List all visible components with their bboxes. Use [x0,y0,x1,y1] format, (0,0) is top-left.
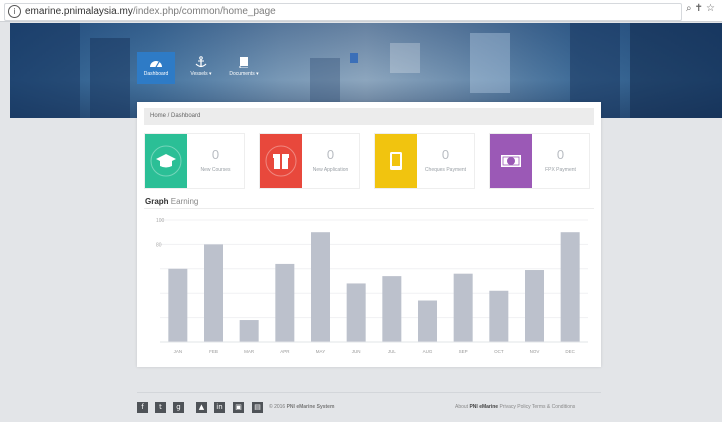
graph-title: Graph [145,197,169,206]
url-field[interactable]: i emarine.pnimalaysia.my/index.php/commo… [4,3,682,21]
stat-label: Cheques Payment [424,167,467,173]
bar-dec[interactable] [560,232,580,342]
divider [144,208,594,209]
y-tick-label: 100 [156,218,165,224]
nav-vessels[interactable]: Vessels ▾ [182,52,220,84]
nav-dashboard[interactable]: Dashboard [137,52,175,84]
nav-dashboard-label: Dashboard [143,71,169,77]
earning-bar-chart: 80 100 JAN FEB MAR APR MAY JUN JUL AUG SEP OCT NOV DE… [156,218,588,354]
url-domain: emarine.pnimalaysia.my [25,6,133,17]
star-icon[interactable]: ☆ [706,3,718,14]
gift-icon [260,134,302,188]
bar-nov[interactable] [525,270,544,342]
instagram-icon[interactable]: ▣ [233,402,244,413]
x-tick-label: APR [280,349,290,354]
stat-new-courses[interactable]: 0 New Courses [144,133,245,189]
linkedin-icon[interactable]: in [214,402,225,413]
dashboard-icon [150,61,162,68]
twitter-icon[interactable]: t [155,402,166,413]
bar-feb[interactable] [204,244,223,342]
book-icon [239,57,248,68]
google-plus-icon[interactable]: g [173,402,184,413]
x-tick-label: DEC [565,349,575,354]
x-tick-label: SEP [459,349,468,354]
nav-documents-label: Documents ▾ [229,71,259,77]
x-tick-label: JAN [174,349,183,354]
x-tick-label: JUL [388,349,396,354]
stat-value: 0 [326,147,335,162]
key-icon[interactable]: ✝ [695,3,706,14]
stat-label: New Application [312,167,349,173]
stat-new-application[interactable]: 0 New Application [259,133,360,189]
breadcrumb: Home / Dashboard [144,108,594,125]
stat-label: FPX Payment [545,167,576,173]
x-tick-label: JUN [352,349,361,354]
zoom-icon[interactable]: ⌕ [686,3,695,14]
rss-icon[interactable]: ▤ [252,402,263,413]
footer-divider [137,392,601,393]
browser-address-bar: i emarine.pnimalaysia.my/index.php/commo… [0,0,722,22]
bar-apr[interactable] [275,263,295,342]
nav-vessels-label: Vessels ▾ [190,71,212,77]
bar-sep[interactable] [453,273,473,342]
graph-heading: Graph Earning [145,197,198,206]
stat-value: 0 [556,147,565,162]
anchor-icon [195,56,207,68]
x-tick-label: MAR [244,349,255,354]
stat-fpx-payment[interactable]: 0 FPX Payment [489,133,590,189]
bar-mar[interactable] [239,320,259,342]
url-text[interactable]: emarine.pnimalaysia.my/index.php/common/… [25,5,276,18]
bar-may[interactable] [311,232,330,342]
copyright: © 2016 PNI eMarine System [269,404,334,410]
x-tick-label: AUG [423,349,433,354]
stat-cheques-payment[interactable]: 0 Cheques Payment [374,133,475,189]
stat-label: New Courses [200,167,231,173]
drive-icon[interactable]: ▲ [196,402,207,413]
info-icon[interactable]: i [8,5,21,18]
bar-jan[interactable] [168,268,188,342]
graph-subtitle: Earning [170,197,199,206]
x-tick-label: MAY [316,349,325,354]
bar-jul[interactable] [382,276,402,342]
stat-value: 0 [211,147,220,162]
graduation-cap-icon [145,134,187,188]
facebook-icon[interactable]: f [137,402,148,413]
dashboard-panel: Home / Dashboard 0 New Courses 0 New App… [137,102,601,367]
company-name: PNI eMarine System [286,404,335,410]
url-path: /index.php/common/home_page [132,6,276,17]
about-label: About [455,404,469,410]
stat-value: 0 [441,147,450,162]
x-tick-label: FEB [209,349,218,354]
copyright-prefix: © 2016 [269,404,286,410]
tablet-icon [375,134,417,188]
browser-icons: ⌕✝☆ [686,3,718,14]
about-link[interactable]: PNI eMarine [469,404,498,410]
footer-links: About PNI eMarine Privacy Policy Terms &… [455,404,575,410]
bar-oct[interactable] [489,290,509,342]
bar-aug[interactable] [418,300,437,342]
y-tick-label: 80 [156,242,162,248]
policy-links[interactable]: Privacy Policy Terms & Conditions [499,404,575,410]
money-icon [490,134,532,188]
x-tick-label: OCT [494,349,504,354]
nav-documents[interactable]: Documents ▾ [225,52,263,84]
x-tick-label: NOV [530,349,540,354]
bar-jun[interactable] [346,283,366,342]
